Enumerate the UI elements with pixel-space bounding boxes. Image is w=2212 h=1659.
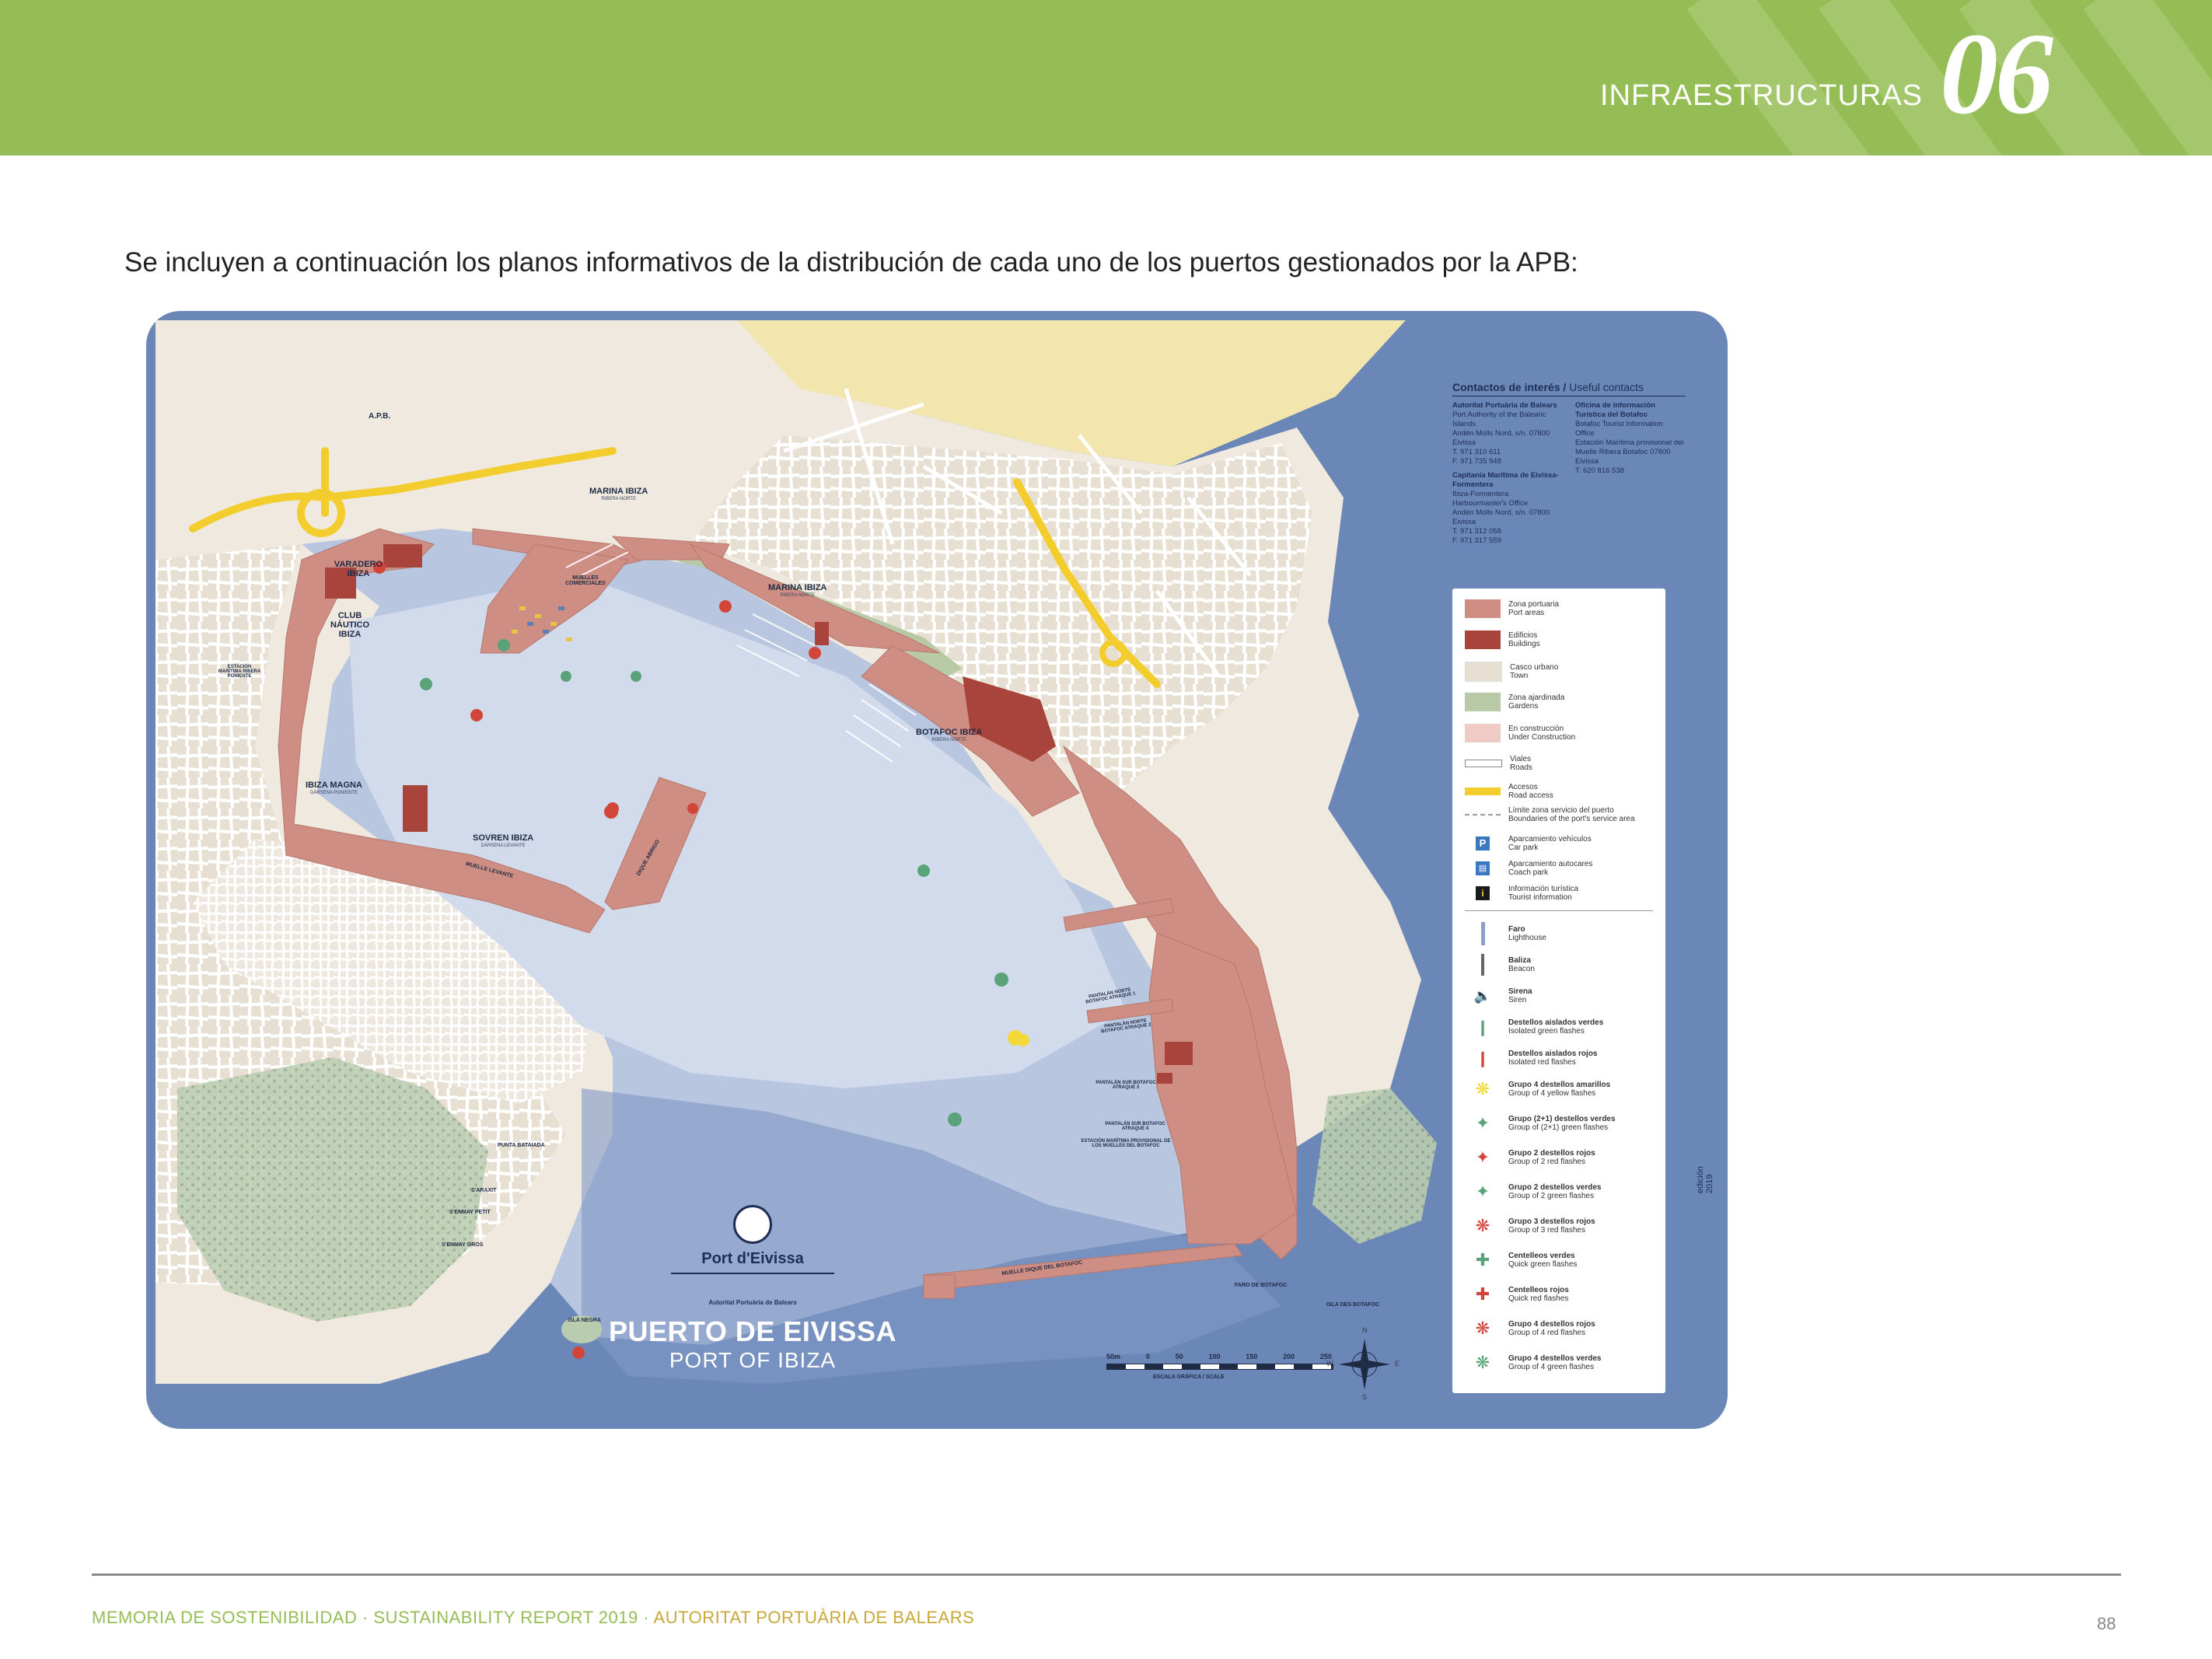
- legend-item: Viales Roads: [1465, 755, 1532, 772]
- section-title: INFRAESTRUCTURAS: [1600, 79, 1924, 112]
- label-isla-negra: ISLA NEGRA: [568, 1318, 601, 1323]
- label-pantalan-4: PANTALÁN SUR BOTAFOC ATRAQUE 4: [1105, 1122, 1165, 1131]
- tourist-info-icon: i: [1476, 886, 1490, 900]
- legend-item: P Aparcamiento vehículos Car park: [1465, 831, 1592, 856]
- scale-label: ESCALA GRÁFICA / SCALE: [1153, 1374, 1225, 1380]
- legend-item: ✚ Centelleos verdes Quick green flashes: [1475, 1250, 1578, 1270]
- label-isla-botafoc: ISLA DES BOTAFOC: [1326, 1302, 1380, 1308]
- quick-red-icon: ✚: [1475, 1284, 1490, 1304]
- legend-item: ❋ Grupo 4 destellos rojos Group of 4 red f…: [1475, 1318, 1595, 1338]
- siren-icon: 🔈: [1473, 987, 1492, 1004]
- label-punta-bataiada: PUNTA BATAIADA: [498, 1143, 545, 1148]
- label-muelles-comerciales: MUELLES COMERCIALES: [565, 575, 606, 586]
- legend-item: Zona ajardinada Gardens: [1465, 693, 1564, 711]
- intro-text: Se incluyen a continuación los planos in…: [124, 247, 1578, 278]
- label-apb: A.P.B.: [369, 412, 391, 421]
- legend-item: ❋ Grupo 4 destellos verdes Group of 4 gree…: [1475, 1353, 1602, 1372]
- label-marina-ibiza-north: MARINA IBIZA RIBERA NORTE: [589, 487, 648, 501]
- red-4-flashes-icon: ❋: [1475, 1318, 1490, 1338]
- legend-item: Edificios Buildings: [1465, 630, 1540, 649]
- legend-item: Accesos Road access: [1465, 783, 1553, 800]
- footer-authority: AUTORITAT PORTUÀRIA DE BALEARS: [653, 1608, 975, 1627]
- legend-item: 🔈 Sirena Siren: [1473, 987, 1532, 1004]
- port-authority: Autoritat Portuària de Balears: [708, 1299, 797, 1306]
- green-flash-icon: ❙: [1476, 1018, 1490, 1036]
- port-title-en: PORT OF IBIZA: [669, 1348, 837, 1372]
- contact-capitania: Capitanía Marítima de Eivissa-Formentera: [1452, 471, 1559, 489]
- legend-item: ❋ Grupo 3 destellos rojos Group of 3 red f…: [1475, 1216, 1595, 1235]
- legend-item: ❙ Destellos aislados rojos Isolated red fl…: [1476, 1050, 1598, 1067]
- contact-apb: Autoritat Portuària de Balears Port Auth…: [1452, 401, 1561, 546]
- green-2-flashes-icon: ✦: [1475, 1182, 1490, 1201]
- lighthouse-icon: [1480, 922, 1485, 945]
- legend-item: ✚ Centelleos rojos Quick red flashes: [1475, 1284, 1569, 1304]
- legend-item: ✦ Grupo 2 destellos rojos Group of 2 red f…: [1475, 1147, 1595, 1167]
- scale-bar: 50m 0 50 100 150 200 250 ESCALA GRÁFICA / SCAL…: [1106, 1353, 1355, 1380]
- legend-item: ❙ Destellos aislados verdes Isolated green…: [1476, 1018, 1604, 1036]
- edition-label: edición 2019: [1696, 1166, 1714, 1193]
- port-map: Contactos de interés / Useful contacts A…: [146, 311, 1728, 1429]
- footer-divider: [92, 1573, 2121, 1576]
- yellow-flashes-icon: ❋: [1475, 1079, 1490, 1098]
- label-sovren: SOVREN IBIZA DÁRSENA LEVANTE: [473, 833, 534, 848]
- label-estacion-provisional: ESTACIÓN MARÍTIMA PROVISIONAL DE LOS MUE…: [1081, 1139, 1171, 1148]
- legend-item: ✦ Grupo 2 destellos verdes Group of 2 gree…: [1475, 1182, 1602, 1201]
- beacon-icon: [1481, 954, 1484, 976]
- label-estacion-ribera-poniente: ESTACIÓN MARÍTIMA RIBERA PONIENTE: [218, 665, 261, 679]
- port-title-block: Port d'Eivissa Autoritat Portuària de Ba…: [597, 1205, 908, 1373]
- legend-item: Zona portuaria Port areas: [1465, 599, 1559, 618]
- green-2plus1-icon: ✦: [1475, 1113, 1490, 1133]
- red-2-flashes-icon: ✦: [1475, 1147, 1490, 1167]
- section-number: 06: [1940, 9, 2053, 138]
- red-3-flashes-icon: ❋: [1475, 1216, 1490, 1235]
- contact-info-office: Oficina de información Turística del Bot…: [1575, 401, 1684, 475]
- red-flash-icon: ❙: [1476, 1050, 1490, 1067]
- label-es-arasit: S'ARAXIT: [471, 1188, 497, 1193]
- footer-report: MEMORIA DE SOSTENIBILIDAD · SUSTAINABILI…: [92, 1608, 650, 1627]
- compass-rose-icon: N S E W: [1326, 1326, 1400, 1401]
- label-marina-ibiza-center: MARINA IBIZA RIBERA NORTE: [768, 583, 827, 598]
- port-title-es: PUERTO DE EIVISSA: [609, 1315, 896, 1347]
- map-legend: Zona portuaria Port areas Edificios Buildi…: [1452, 589, 1665, 1393]
- label-en-mar-gros: S'ENMAY GROS: [442, 1242, 484, 1248]
- label-ibiza-magna: IBIZA MAGNA DÁRSENA PONIENTE: [306, 781, 362, 795]
- legend-item: ✦ Grupo (2+1) destellos verdes Group of (2…: [1475, 1113, 1616, 1133]
- green-4-flashes-icon: ❋: [1475, 1353, 1490, 1372]
- legend-item: ❋ Grupo 4 destellos amarillos Group of 4 y…: [1475, 1079, 1611, 1098]
- label-varadero: VARADERO IBIZA: [334, 560, 383, 578]
- legend-item: Baliza Beacon: [1465, 952, 1535, 977]
- legend-item: Faro Lighthouse: [1465, 921, 1546, 946]
- coach-park-icon: ▤: [1476, 861, 1490, 875]
- port-logo-icon: [733, 1205, 772, 1244]
- legend-item: En construcción Under Construction: [1465, 724, 1575, 742]
- parking-icon: P: [1476, 836, 1490, 850]
- page-number: 88: [2097, 1614, 2116, 1633]
- contacts-panel: Contactos de interés / Useful contacts A…: [1452, 381, 1686, 546]
- legend-item: i Información turística Tourist informatio…: [1465, 881, 1578, 906]
- legend-item: Casco urbano Town: [1465, 662, 1558, 682]
- label-pantalan-3: PANTALÁN SUR BOTAFOC ATRAQUE 3: [1096, 1081, 1156, 1090]
- label-en-mar-petit: S'ENMAY PETIT: [449, 1210, 491, 1215]
- header-bar: INFRAESTRUCTURAS 06: [0, 0, 2212, 155]
- contacts-title: Contactos de interés /: [1452, 381, 1567, 393]
- port-brand: Port d'Eivissa: [701, 1250, 804, 1267]
- legend-item: ▤ Aparcamiento autocares Coach park: [1465, 856, 1592, 881]
- label-botafoc-ibiza: BOTAFOC IBIZA RIBERA NORTE: [916, 728, 983, 742]
- label-faro-botafoc: FARO DE BOTAFOC: [1235, 1283, 1288, 1288]
- label-club-nautico: CLUB NÁUTICO IBIZA: [330, 611, 370, 639]
- footer-text: MEMORIA DE SOSTENIBILIDAD · SUSTAINABILI…: [92, 1608, 974, 1628]
- legend-item: Límite zona servicio del puerto Boundarie…: [1465, 806, 1635, 823]
- contacts-title-en: Useful contacts: [1569, 381, 1644, 393]
- quick-green-icon: ✚: [1475, 1250, 1490, 1270]
